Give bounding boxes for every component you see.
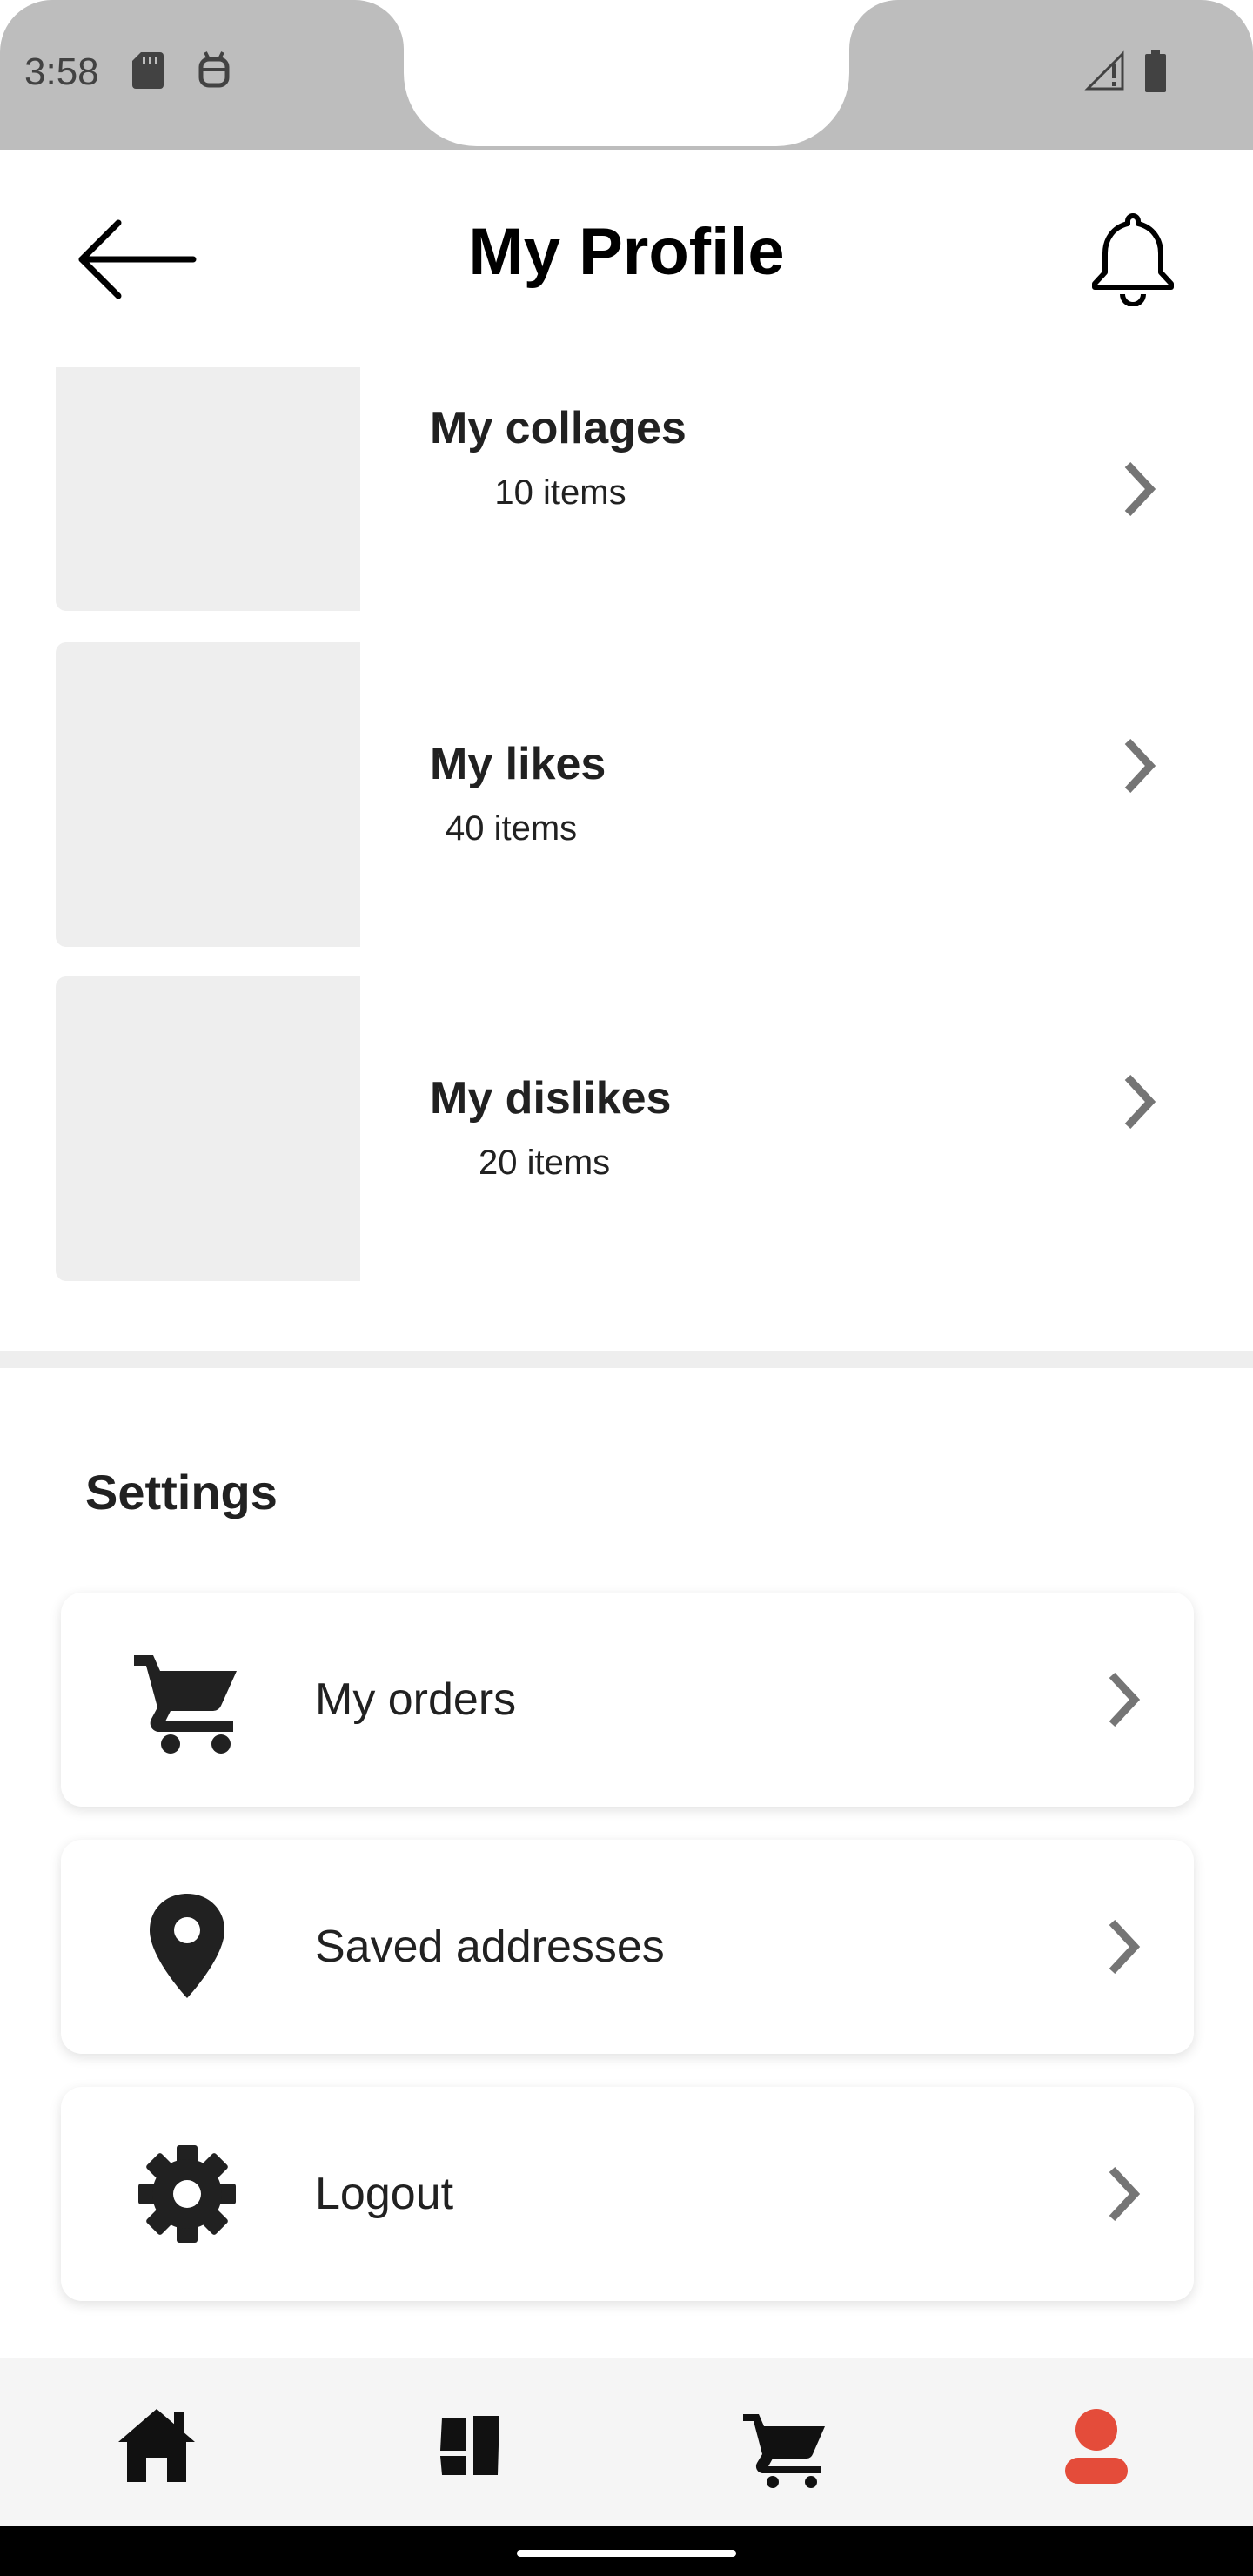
- collection-thumbnail: [56, 976, 360, 1281]
- page-title: My Profile: [468, 215, 785, 289]
- collection-item-likes[interactable]: My likes 40 items: [0, 642, 1253, 947]
- settings-item-saved-addresses[interactable]: Saved addresses: [61, 1840, 1194, 2054]
- section-divider: [0, 1351, 1253, 1368]
- settings-heading: Settings: [85, 1465, 278, 1519]
- collection-count: 10 items: [494, 473, 626, 512]
- chevron-right-icon: [1109, 1919, 1141, 1975]
- collection-count: 20 items: [479, 1144, 611, 1182]
- settings-item-my-orders[interactable]: My orders: [61, 1593, 1194, 1807]
- home-gesture-handle[interactable]: [517, 2550, 736, 2557]
- collection-title: My likes: [430, 739, 606, 789]
- chevron-right-icon: [1124, 738, 1156, 794]
- collage-icon[interactable]: [426, 2402, 513, 2489]
- sd-card-icon: [132, 52, 164, 89]
- settings-item-logout[interactable]: Logout: [61, 2087, 1194, 2301]
- android-icon: [198, 51, 230, 88]
- collection-title: My collages: [430, 403, 687, 453]
- status-bar-right: [849, 0, 1253, 150]
- collection-text: My collages 10 items: [430, 402, 691, 513]
- collection-item-collages[interactable]: My collages 10 items: [0, 367, 1253, 611]
- status-time: 3:58: [24, 50, 99, 93]
- bell-icon[interactable]: [1089, 211, 1176, 306]
- status-bar: 3:58: [0, 0, 1253, 150]
- profile-icon[interactable]: [1053, 2402, 1140, 2489]
- location-pin-icon: [150, 1894, 224, 1998]
- cart-icon[interactable]: [741, 2402, 828, 2489]
- collection-text: My dislikes 20 items: [430, 1072, 691, 1183]
- collection-thumbnail: [56, 642, 360, 947]
- chevron-right-icon: [1109, 2166, 1141, 2222]
- signal-icon: [1084, 50, 1124, 91]
- collection-thumbnail: [56, 367, 360, 611]
- bottom-navigation: [0, 2358, 1253, 2526]
- system-gesture-bar: [0, 2526, 1253, 2576]
- camera-notch: [404, 0, 849, 146]
- settings-item-label: Saved addresses: [315, 1922, 665, 1972]
- chevron-right-icon: [1109, 1672, 1141, 1727]
- battery-icon: [1145, 50, 1166, 92]
- collection-title: My dislikes: [430, 1073, 672, 1124]
- app-header: My Profile: [0, 150, 1253, 367]
- chevron-right-icon: [1124, 1074, 1156, 1130]
- settings-item-label: My orders: [315, 1674, 517, 1725]
- collection-text: My likes 40 items: [430, 738, 691, 849]
- settings-item-label: Logout: [315, 2169, 454, 2219]
- chevron-right-icon: [1124, 461, 1156, 517]
- collection-item-dislikes[interactable]: My dislikes 20 items: [0, 976, 1253, 1281]
- collection-count: 40 items: [446, 809, 578, 848]
- home-icon[interactable]: [113, 2402, 200, 2489]
- cart-icon: [134, 1655, 237, 1754]
- gear-icon: [138, 2145, 236, 2243]
